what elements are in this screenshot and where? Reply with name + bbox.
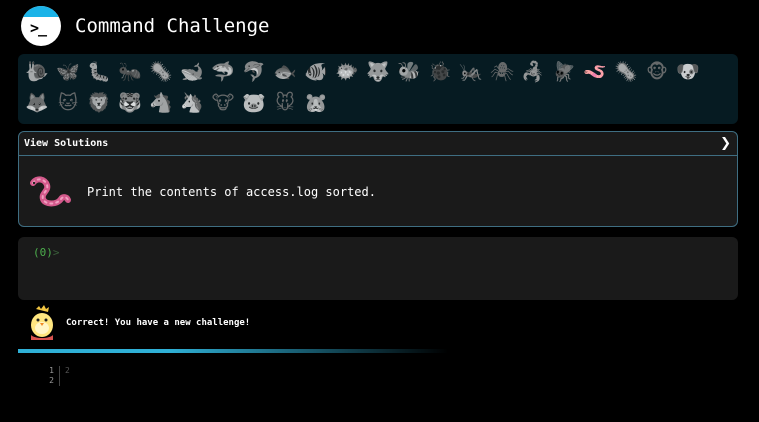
cat-face-icon[interactable]: 🐱	[53, 88, 83, 117]
tiger-face-icon[interactable]: 🐯	[115, 88, 145, 117]
dolphin-icon[interactable]: 🐬	[239, 57, 269, 86]
chick-icon	[31, 305, 53, 340]
fox-face-icon[interactable]: 🦊	[22, 88, 52, 117]
logo-band	[21, 6, 61, 17]
butterfly-icon[interactable]: 🦋	[53, 57, 83, 86]
ladybug-icon[interactable]: 🐞	[425, 57, 455, 86]
view-solutions-toggle[interactable]: View Solutions ❯	[19, 132, 737, 156]
microbe-icon[interactable]: 🦠	[611, 57, 641, 86]
wolf-icon[interactable]: 🐺	[363, 57, 393, 86]
shark-icon[interactable]: 🦈	[208, 57, 238, 86]
logo-prompt: >_	[30, 19, 47, 37]
terminal-prompt: (0)>	[33, 246, 60, 259]
caterpillar-icon[interactable]: 🐛	[84, 57, 114, 86]
tropical-fish-icon[interactable]: 🐠	[301, 57, 331, 86]
line-number: 1	[49, 366, 54, 375]
fly-icon[interactable]: 🪰	[549, 57, 579, 86]
spider-icon[interactable]: 🕷	[487, 57, 517, 86]
prompt-arrow: >	[52, 246, 60, 259]
blowfish-icon[interactable]: 🐡	[332, 57, 362, 86]
code-editor[interactable]: 1 2 2	[44, 366, 70, 386]
prompt-count: (0)	[33, 246, 53, 259]
snail-icon[interactable]: 🐌	[22, 57, 52, 86]
pig-face-icon[interactable]: 🐷	[239, 88, 269, 117]
mouse-face-icon[interactable]: 🐭	[270, 88, 300, 117]
terminal-input[interactable]: (0)>	[18, 237, 738, 300]
horse-face-icon[interactable]: 🐴	[146, 88, 176, 117]
unicorn-face-icon[interactable]: 🦄	[177, 88, 207, 117]
code-line: 2	[65, 366, 70, 375]
virus-icon[interactable]: 🦠	[146, 57, 176, 86]
whale-icon[interactable]: 🐋	[177, 57, 207, 86]
ant-icon[interactable]: 🐜	[115, 57, 145, 86]
progress-bar	[18, 349, 448, 353]
fish-icon[interactable]: 🐟	[270, 57, 300, 86]
bee-icon[interactable]: 🐝	[394, 57, 424, 86]
view-solutions-label: View Solutions	[24, 138, 109, 149]
cricket-icon[interactable]: 🦗	[456, 57, 486, 86]
app-title: Command Challenge	[75, 15, 270, 37]
scorpion-icon[interactable]: 🦂	[518, 57, 548, 86]
dog-face-icon[interactable]: 🐶	[673, 57, 703, 86]
challenge-text: Print the contents of access.log sorted.	[87, 184, 376, 199]
cow-face-icon[interactable]: 🐮	[208, 88, 238, 117]
chevron-right-icon[interactable]: ❯	[720, 136, 731, 151]
worm-icon	[30, 175, 71, 206]
lion-face-icon[interactable]: 🦁	[84, 88, 114, 117]
line-number: 2	[49, 376, 54, 385]
feedback-message: Correct! You have a new challenge!	[66, 317, 251, 328]
hamster-face-icon[interactable]: 🐹	[301, 88, 331, 117]
code-lines: 2	[60, 366, 70, 386]
monkey-face-icon[interactable]: 🐵	[642, 57, 672, 86]
challenge-description: Print the contents of access.log sorted.	[19, 156, 737, 227]
app-header: >_ Command Challenge	[21, 6, 269, 46]
worm-icon[interactable]: 🪱	[580, 57, 610, 86]
solutions-panel: View Solutions ❯ Print the contents of a…	[18, 131, 738, 227]
challenge-emoji-bar: 🐌 🦋 🐛 🐜 🦠 🐋 🦈 🐬 🐟 🐠 🐡 🐺 🐝 🐞 🦗 🕷 🦂 🪰 🪱 🦠 🐵 🐶 🦊 🐱 🦁 🐯 🐴 🦄 🐮 🐷 🐭 🐹	[18, 54, 738, 124]
line-number-gutter: 1 2	[44, 366, 60, 386]
feedback-row: Correct! You have a new challenge!	[27, 305, 250, 340]
terminal-logo-icon[interactable]: >_	[21, 6, 61, 46]
